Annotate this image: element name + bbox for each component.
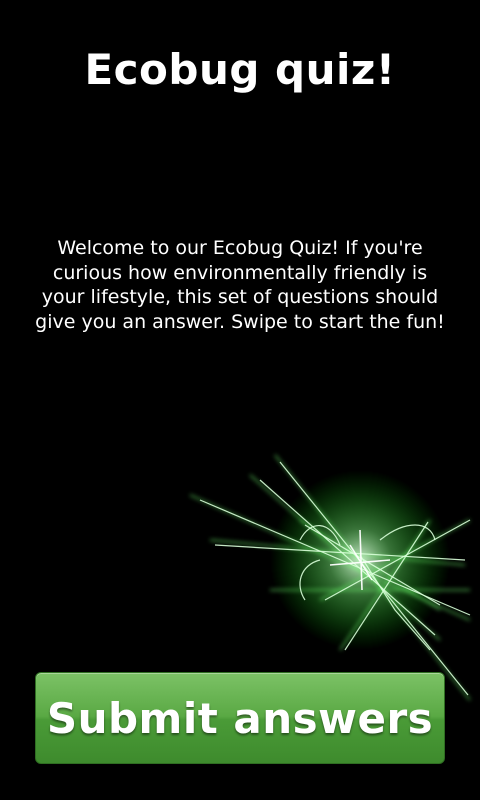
quiz-intro-screen: Ecobug quiz! Welcome to our Ecobug Quiz!…: [0, 0, 480, 800]
submit-answers-label: Submit answers: [46, 693, 434, 743]
submit-answers-button[interactable]: Submit answers: [35, 672, 445, 764]
page-title: Ecobug quiz!: [84, 45, 396, 94]
intro-text: Welcome to our Ecobug Quiz! If you're cu…: [35, 237, 445, 333]
